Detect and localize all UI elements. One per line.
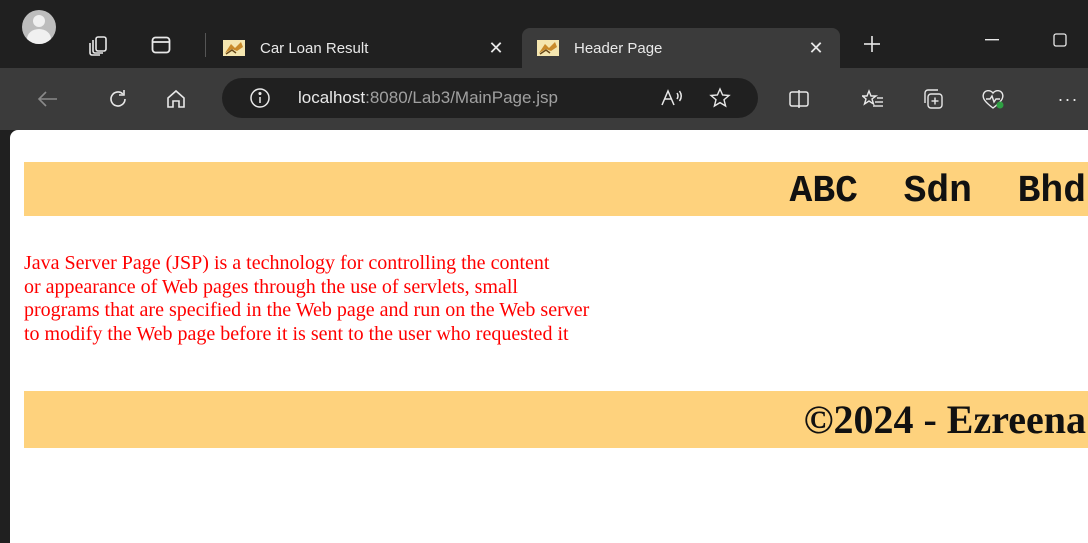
navigation-bar: localhost:8080/Lab3/MainPage.jsp ··· — [0, 68, 1088, 130]
profile-avatar[interactable] — [22, 10, 56, 44]
description-line: Java Server Page (JSP) is a technology f… — [24, 252, 550, 274]
tab-separator — [205, 33, 206, 57]
browser-essentials-icon[interactable] — [978, 68, 1008, 130]
avatar-body — [27, 29, 51, 44]
minimize-icon[interactable] — [972, 24, 1012, 56]
collections-icon[interactable] — [918, 68, 948, 130]
description-line: or appearance of Web pages through the u… — [24, 275, 518, 298]
tab-header-page[interactable]: Header Page ✕ — [522, 28, 840, 68]
url-path: :8080/Lab3/MainPage.jsp — [365, 88, 558, 107]
url-text[interactable]: localhost:8080/Lab3/MainPage.jsp — [298, 88, 558, 108]
tab-actions-icon[interactable] — [148, 32, 174, 58]
tab-car-loan-result[interactable]: Car Loan Result ✕ — [208, 28, 520, 68]
favorite-star-icon[interactable] — [706, 78, 734, 118]
refresh-icon[interactable] — [100, 68, 136, 130]
avatar-head — [33, 15, 45, 27]
back-arrow-icon[interactable] — [30, 68, 66, 130]
description-line: programs that are specified in the Web p… — [24, 299, 590, 321]
company-name-heading: ABC Sdn Bhd — [789, 170, 1086, 213]
new-tab-plus-icon[interactable] — [860, 32, 884, 56]
site-info-icon[interactable] — [248, 78, 272, 118]
web-page-content: ABC Sdn Bhd Java Server Page (JSP) is a … — [10, 130, 1088, 543]
maximize-icon[interactable] — [1040, 24, 1080, 56]
url-host: localhost — [298, 88, 366, 107]
close-tab-icon[interactable]: ✕ — [806, 38, 826, 59]
close-tab-icon[interactable]: ✕ — [486, 38, 506, 59]
tomcat-favicon-icon — [223, 40, 245, 56]
header-band: ABC Sdn Bhd — [24, 162, 1088, 216]
description-line: to modify the Web page before it is sent… — [24, 322, 569, 345]
home-icon[interactable] — [158, 68, 194, 130]
tab-title: Car Loan Result — [260, 39, 369, 57]
copyright-footer: ©2024 - Ezreena — [803, 397, 1086, 442]
favorites-list-icon[interactable] — [858, 68, 888, 130]
split-screen-icon[interactable] — [784, 68, 814, 130]
more-options-icon[interactable]: ··· — [1054, 68, 1082, 130]
footer-band: ©2024 - Ezreena — [24, 391, 1088, 448]
tab-title: Header Page — [574, 39, 663, 57]
tab-strip: Car Loan Result ✕ Header Page ✕ — [0, 0, 1088, 68]
read-aloud-icon[interactable] — [658, 78, 686, 118]
workspaces-icon[interactable] — [86, 32, 112, 58]
address-bar[interactable]: localhost:8080/Lab3/MainPage.jsp — [222, 78, 758, 118]
jsp-description: Java Server Page (JSP) is a technology f… — [24, 252, 744, 346]
tomcat-favicon-icon — [537, 40, 559, 56]
